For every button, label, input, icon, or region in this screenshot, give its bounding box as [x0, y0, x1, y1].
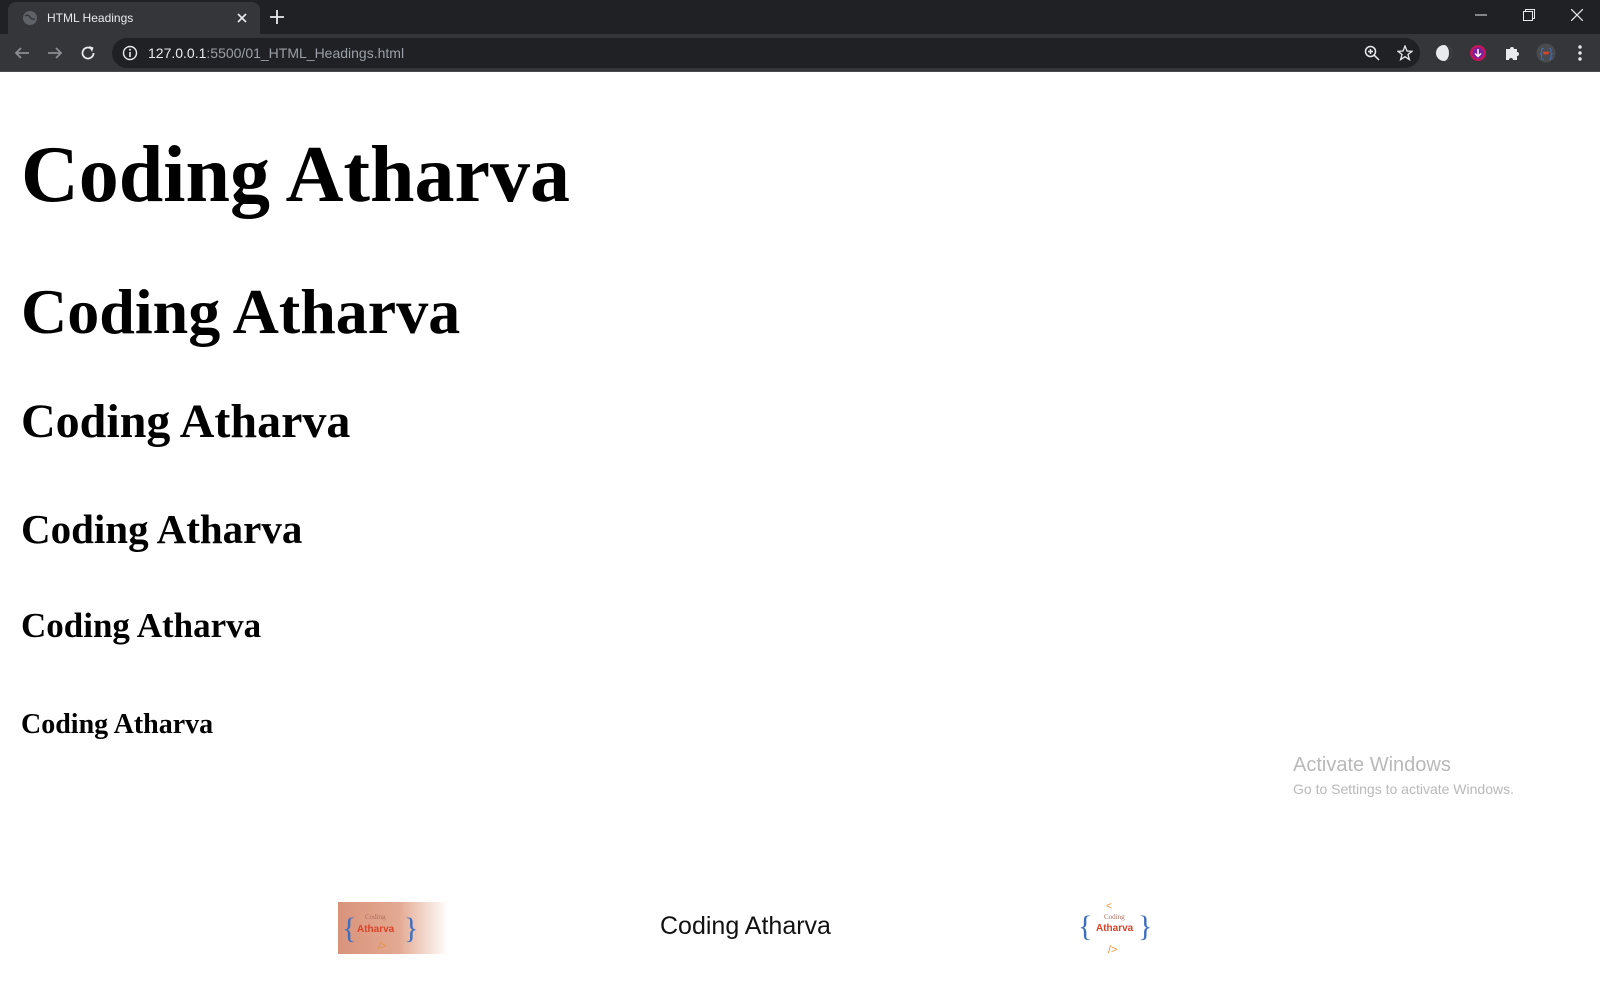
heading-h3: Coding Atharva: [21, 395, 351, 448]
tab-title: HTML Headings: [47, 11, 134, 25]
zoom-icon[interactable]: [1364, 45, 1380, 61]
minimize-icon[interactable]: [1458, 0, 1504, 30]
logo-small-text: Coding: [365, 913, 386, 921]
svg-text:}: }: [404, 912, 418, 945]
restore-icon[interactable]: [1506, 0, 1552, 30]
svg-text:{: {: [342, 912, 356, 945]
address-bar[interactable]: 127.0.0.1:5500/01_HTML_Headings.html: [112, 38, 1420, 68]
forward-arrow-icon[interactable]: [45, 43, 65, 63]
menu-kebab-icon[interactable]: [1570, 43, 1590, 63]
logo-main-text: Atharva: [357, 924, 395, 935]
close-window-icon[interactable]: [1554, 0, 1600, 30]
extension-circle-icon[interactable]: [1434, 43, 1454, 63]
watermark-title: Activate Windows: [1293, 754, 1451, 776]
close-tab-icon[interactable]: [234, 10, 250, 26]
heading-h6: Coding Atharva: [21, 709, 214, 740]
logo-main-text: Atharva: [1096, 923, 1134, 934]
heading-h1: Coding Atharva: [21, 131, 570, 219]
activate-windows-watermark: Activate Windows Go to Settings to activ…: [1293, 754, 1514, 797]
page-content: Coding Atharva Coding Atharva Coding Ath…: [0, 72, 1600, 982]
svg-text:}: }: [1138, 910, 1150, 943]
new-tab-icon[interactable]: [268, 8, 286, 26]
back-arrow-icon[interactable]: [12, 43, 32, 63]
svg-text:{: {: [1078, 910, 1092, 943]
tab-strip: HTML Headings: [0, 0, 1600, 34]
url-host: 127.0.0.1: [148, 45, 207, 61]
heading-h2: Coding Atharva: [21, 276, 461, 347]
site-info-icon[interactable]: [122, 45, 138, 61]
svg-text:/>: />: [378, 941, 387, 952]
profile-avatar-icon[interactable]: { }: [1536, 43, 1556, 63]
globe-icon: [23, 11, 37, 25]
logo-small-text: Coding: [1104, 913, 1125, 921]
heading-h5: Coding Atharva: [21, 606, 262, 645]
watermark-subtitle: Go to Settings to activate Windows.: [1293, 781, 1514, 797]
browser-toolbar: 127.0.0.1:5500/01_HTML_Headings.html {}: [0, 34, 1600, 72]
svg-text:/>: />: [1108, 944, 1117, 956]
reload-icon[interactable]: [78, 43, 98, 63]
bookmark-star-icon[interactable]: [1397, 45, 1413, 61]
download-extension-icon[interactable]: [1468, 43, 1488, 63]
svg-text:}: }: [1549, 46, 1554, 61]
footer-text: Coding Atharva: [660, 912, 831, 940]
url-path: :5500/01_HTML_Headings.html: [206, 45, 405, 61]
svg-text:<: <: [1106, 901, 1112, 912]
coding-atharva-logo-left: { } /> Coding Atharva: [338, 902, 448, 954]
url-text[interactable]: 127.0.0.1:5500/01_HTML_Headings.html: [148, 45, 404, 61]
heading-h4: Coding Atharva: [21, 506, 303, 552]
puzzle-icon[interactable]: [1502, 43, 1522, 63]
browser-tab[interactable]: HTML Headings: [8, 2, 260, 34]
coding-atharva-logo-right: < { } /> Coding Atharva: [1076, 900, 1152, 958]
